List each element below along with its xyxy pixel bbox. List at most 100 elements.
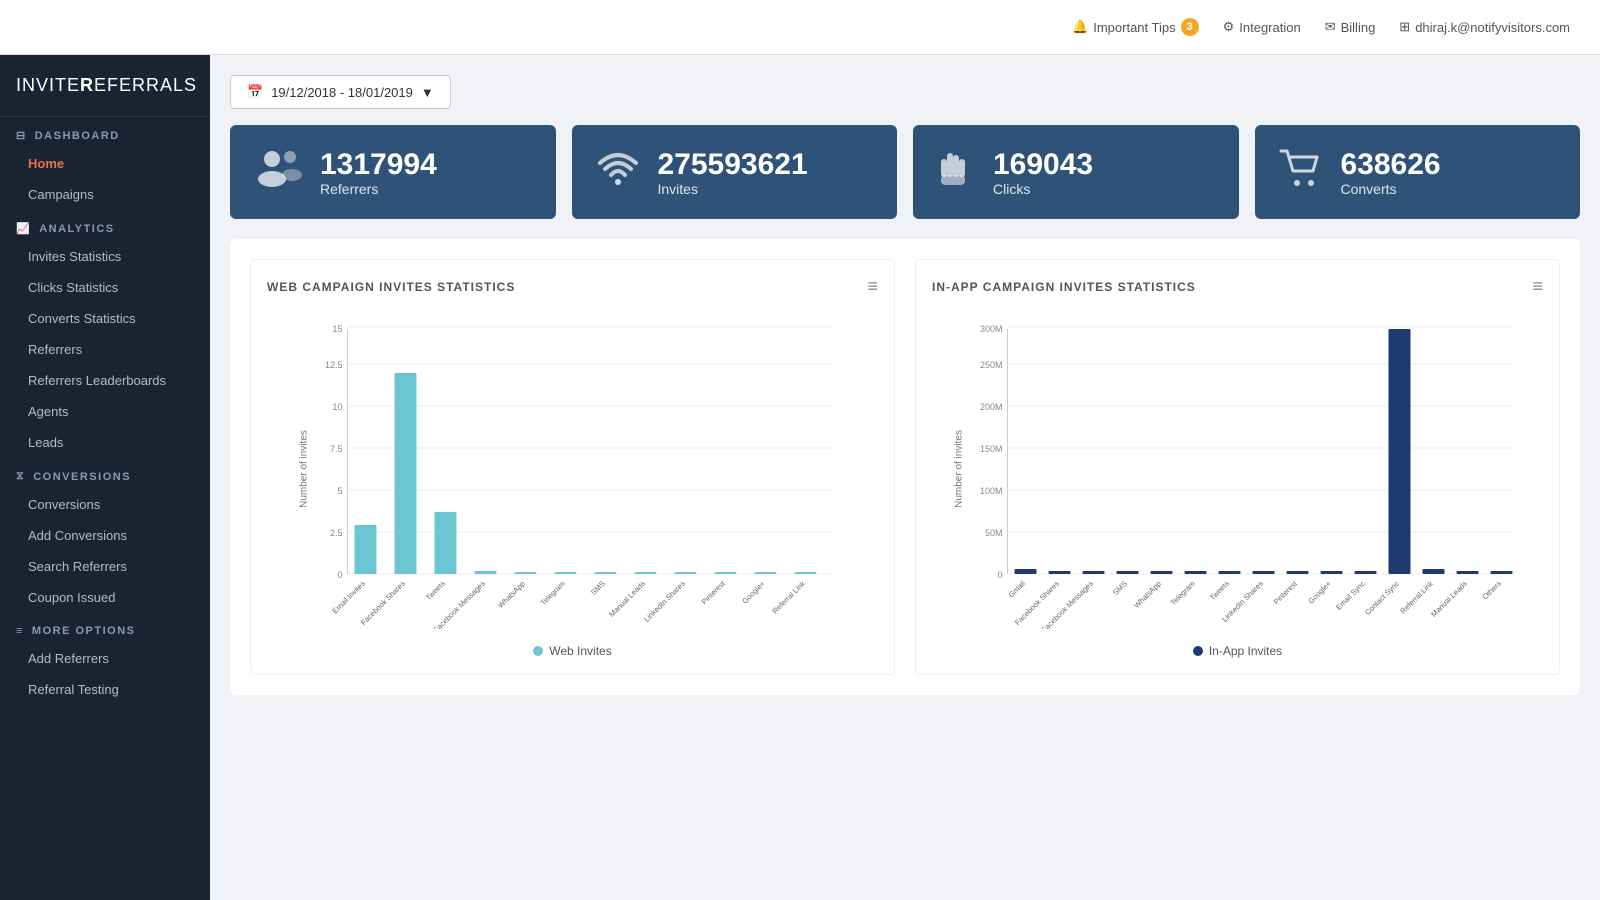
web-legend-label: Web Invites xyxy=(549,644,611,658)
sidebar: INVITEREFERRALS ⊟ DASHBOARD Home Campaig… xyxy=(0,55,210,900)
inapp-chart-menu[interactable]: ≡ xyxy=(1532,276,1543,297)
inapp-chart-legend: In-App Invites xyxy=(932,644,1543,658)
converts-label: Converts xyxy=(1341,181,1441,197)
svg-text:7.5: 7.5 xyxy=(330,444,343,454)
stat-card-referrers-info: 1317994 Referrers xyxy=(320,148,437,197)
svg-text:WhatsApp: WhatsApp xyxy=(496,579,527,610)
sidebar-logo: INVITEREFERRALS xyxy=(0,55,210,117)
calendar-icon: 📅 xyxy=(247,84,263,100)
svg-text:300M: 300M xyxy=(980,324,1003,334)
integration-label: Integration xyxy=(1239,20,1300,35)
web-chart-menu[interactable]: ≡ xyxy=(867,276,878,297)
svg-text:250M: 250M xyxy=(980,360,1003,370)
billing-button[interactable]: ✉ Billing xyxy=(1325,19,1376,35)
sidebar-item-converts-statistics[interactable]: Converts Statistics xyxy=(0,303,210,334)
date-range-picker[interactable]: 📅 19/12/2018 - 18/01/2019 ▼ xyxy=(230,75,451,109)
important-tips-button[interactable]: 🔔 Important Tips 3 xyxy=(1072,18,1199,36)
svg-text:Email Sync: Email Sync xyxy=(1334,579,1367,612)
sidebar-item-referrers-leaderboards[interactable]: Referrers Leaderboards xyxy=(0,365,210,396)
date-range-label: 19/12/2018 - 18/01/2019 xyxy=(271,85,413,100)
svg-text:100M: 100M xyxy=(980,486,1003,496)
svg-text:200M: 200M xyxy=(980,402,1003,412)
svg-text:Telegram: Telegram xyxy=(1169,579,1197,607)
svg-text:Referral Link: Referral Link xyxy=(1398,579,1435,616)
svg-text:Number of invites: Number of invites xyxy=(299,430,310,508)
svg-text:Number of invites: Number of invites xyxy=(954,430,965,508)
sidebar-item-conversions[interactable]: Conversions xyxy=(0,489,210,520)
svg-text:0: 0 xyxy=(997,570,1002,580)
sidebar-item-leads[interactable]: Leads xyxy=(0,427,210,458)
topbar: 🔔 Important Tips 3 ⚙ Integration ✉ Billi… xyxy=(0,0,1600,55)
sidebar-item-referral-testing[interactable]: Referral Testing xyxy=(0,674,210,705)
svg-text:15: 15 xyxy=(332,324,342,334)
sidebar-item-search-referrers[interactable]: Search Referrers xyxy=(0,551,210,582)
svg-text:Email Invites: Email Invites xyxy=(330,579,367,616)
web-legend-dot xyxy=(533,646,543,656)
integration-button[interactable]: ⚙ Integration xyxy=(1223,19,1301,35)
referrers-value: 1317994 xyxy=(320,148,437,181)
sidebar-item-invites-statistics[interactable]: Invites Statistics xyxy=(0,241,210,272)
charts-area: WEB CAMPAIGN INVITES STATISTICS ≡ Number… xyxy=(230,239,1580,695)
sidebar-item-coupon-issued[interactable]: Coupon Issued xyxy=(0,582,210,613)
svg-text:Contact Sync: Contact Sync xyxy=(1363,579,1401,617)
web-chart-header: WEB CAMPAIGN INVITES STATISTICS ≡ xyxy=(267,276,878,297)
svg-text:Google+: Google+ xyxy=(740,579,767,606)
invites-label: Invites xyxy=(658,181,808,197)
stat-card-converts-info: 638626 Converts xyxy=(1341,148,1441,197)
svg-text:Pinterest: Pinterest xyxy=(1272,578,1300,606)
web-chart-title: WEB CAMPAIGN INVITES STATISTICS xyxy=(267,280,515,294)
sidebar-item-add-conversions[interactable]: Add Conversions xyxy=(0,520,210,551)
stat-card-invites-info: 275593621 Invites xyxy=(658,148,808,197)
svg-text:150M: 150M xyxy=(980,444,1003,454)
sidebar-item-clicks-statistics[interactable]: Clicks Statistics xyxy=(0,272,210,303)
clicks-label: Clicks xyxy=(993,181,1093,197)
user-email[interactable]: ⊞ dhiraj.k@notifyvisitors.com xyxy=(1399,19,1570,35)
topbar-items: 🔔 Important Tips 3 ⚙ Integration ✉ Billi… xyxy=(1072,18,1570,36)
gear-icon: ⚙ xyxy=(1223,19,1235,35)
web-campaign-chart: WEB CAMPAIGN INVITES STATISTICS ≡ Number… xyxy=(250,259,895,675)
stat-card-converts: 638626 Converts xyxy=(1255,125,1581,219)
bell-icon: 🔔 xyxy=(1072,19,1088,35)
svg-text:LinkedIn Shares: LinkedIn Shares xyxy=(642,579,687,624)
svg-text:0: 0 xyxy=(337,570,342,580)
section-dashboard: ⊟ DASHBOARD xyxy=(0,117,210,148)
hand-icon xyxy=(937,145,975,199)
svg-text:Google+: Google+ xyxy=(1306,579,1333,606)
sidebar-item-add-referrers[interactable]: Add Referrers xyxy=(0,643,210,674)
sidebar-item-referrers[interactable]: Referrers xyxy=(0,334,210,365)
logo-text: INVITEREFERRALS xyxy=(16,75,194,96)
sidebar-item-home[interactable]: Home xyxy=(0,148,210,179)
svg-text:50M: 50M xyxy=(985,528,1003,538)
wifi-icon xyxy=(596,147,640,197)
grid-icon: ⊞ xyxy=(1399,19,1410,35)
svg-text:Tweets: Tweets xyxy=(1208,579,1231,602)
svg-text:Telegram: Telegram xyxy=(539,579,567,607)
web-chart-legend: Web Invites xyxy=(267,644,878,658)
sidebar-item-campaigns[interactable]: Campaigns xyxy=(0,179,210,210)
inapp-legend-label: In-App Invites xyxy=(1209,644,1282,658)
invites-value: 275593621 xyxy=(658,148,808,181)
clicks-value: 169043 xyxy=(993,148,1093,181)
section-conversions: ⧖ CONVERSIONS xyxy=(0,458,210,489)
svg-text:Others: Others xyxy=(1481,579,1503,601)
svg-text:Tweets: Tweets xyxy=(424,579,447,602)
inapp-chart-title: IN-APP CAMPAIGN INVITES STATISTICS xyxy=(932,280,1196,294)
converts-value: 638626 xyxy=(1341,148,1441,181)
cart-icon xyxy=(1279,147,1323,197)
sidebar-item-agents[interactable]: Agents xyxy=(0,396,210,427)
section-analytics: 📈 ANALYTICS xyxy=(0,210,210,241)
billing-label: Billing xyxy=(1341,20,1376,35)
referrers-label: Referrers xyxy=(320,181,437,197)
svg-text:12.5: 12.5 xyxy=(325,360,343,370)
stat-card-clicks: 169043 Clicks xyxy=(913,125,1239,219)
analytics-icon: 📈 xyxy=(16,222,31,235)
main-content: 📅 19/12/2018 - 18/01/2019 ▼ 1317994 Refe… xyxy=(210,55,1600,900)
billing-icon: ✉ xyxy=(1325,19,1336,35)
svg-text:10: 10 xyxy=(332,402,342,412)
svg-text:Referral Link: Referral Link xyxy=(770,579,807,616)
web-chart-wrap: Number of invites 0 2.5 5 7.5 10 xyxy=(267,309,878,634)
stat-card-referrers: 1317994 Referrers xyxy=(230,125,556,219)
svg-text:Pinterest: Pinterest xyxy=(700,578,728,606)
svg-text:Manual Leads: Manual Leads xyxy=(1429,579,1469,619)
inapp-chart-header: IN-APP CAMPAIGN INVITES STATISTICS ≡ xyxy=(932,276,1543,297)
